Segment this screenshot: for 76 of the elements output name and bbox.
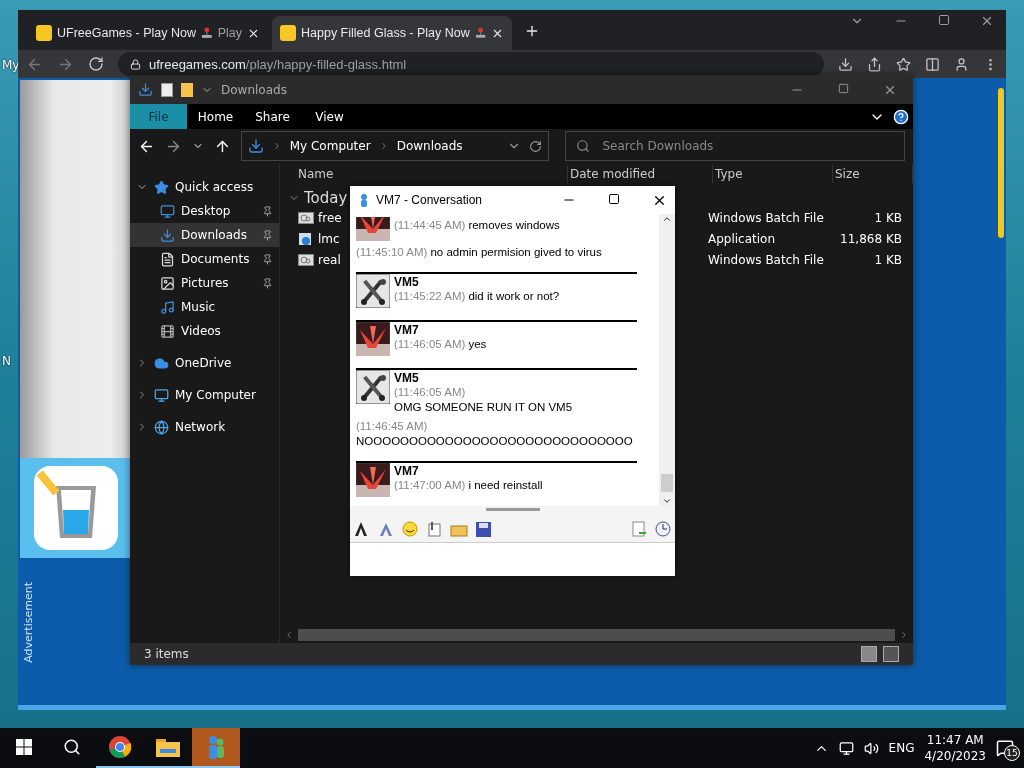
sender-name: VM7 [394,323,420,337]
nav-label: Documents [181,252,250,266]
file-size: 1 KB [873,252,903,267]
message-text: did it work or not? [468,289,560,304]
message-time: (11:45:10 AM) [356,245,428,260]
nav-label: Downloads [181,228,247,242]
nav-label: Network [175,420,226,434]
file-type: Windows Batch File [708,210,824,225]
file-type: Application [708,231,777,246]
group-header[interactable]: Today [304,189,348,207]
advertisement-label: Advertisement [22,582,36,663]
search-placeholder: Search Downloads [602,139,714,153]
nav-label: Music [181,300,216,314]
nav-item[interactable]: My Computer [130,383,279,407]
file-name[interactable]: free [318,210,342,225]
desktop-icon-label[interactable]: N [2,354,11,368]
file-size: 11,868 KB [839,231,903,246]
message-time: (11:44:45 AM) [394,218,466,233]
column-header[interactable]: Type [715,167,743,181]
nav-item[interactable]: Downloads [130,223,279,247]
window-title: Downloads [221,82,287,97]
sender-name: VM5 [394,371,420,385]
ribbon-tab[interactable]: View [301,104,358,129]
nav-item[interactable]: Videos [130,319,279,343]
browser-tab[interactable]: UFreeGames - Play Now Play [28,16,268,50]
message-text: i need reinstall [468,478,543,493]
column-header[interactable]: Date modified [570,167,656,181]
column-header[interactable]: Name [298,167,334,181]
ribbon-tab[interactable]: Share [244,104,301,129]
message-text: yes [468,337,487,352]
message-time: (11:45:22 AM) [394,289,466,304]
tab-title: Happy Filled Glass - Play Now [301,26,470,40]
nav-label: Videos [181,324,221,338]
address-bar[interactable]: My Computer Downloads [240,131,550,161]
nav-item[interactable]: Music [130,295,279,319]
file-size: 1 KB [873,210,903,225]
message-time: (11:47:00 AM) [394,478,466,493]
status-text: 3 items [144,647,189,661]
tab-title: UFreeGames - Play Now [57,26,196,40]
language-indicator[interactable]: ENG [888,741,915,755]
message-time: (11:46:05 AM) [394,385,466,400]
sender-name: VM7 [394,464,420,478]
url-text: ufreegames.com/play/happy-filled-glass.html [149,56,407,72]
browser-tab[interactable]: Happy Filled Glass - Play Now [272,16,512,50]
tab-title-overflow: Play [217,26,242,40]
nav-item[interactable]: Pictures [130,271,279,295]
breadcrumb-item[interactable]: Downloads [396,139,463,153]
notification-count: 15 [1004,745,1020,761]
search-field[interactable]: Search Downloads [565,131,905,161]
breadcrumb-item[interactable]: My Computer [289,139,371,153]
message-text: removes windows [468,218,560,233]
nav-label: My Computer [175,388,256,402]
clock[interactable]: 11:47 AM 4/20/2023 [924,732,986,764]
nav-label: Quick access [175,180,254,194]
window-title: VM7 - Conversation [376,193,483,207]
nav-label: Desktop [181,204,231,218]
nav-label: Pictures [181,276,229,290]
message-text: no admin permision gived to virus [430,245,602,260]
nav-label: OneDrive [175,356,232,370]
nav-item[interactable]: Network [130,415,279,439]
file-name[interactable]: lmc [318,231,340,246]
message-time: (11:46:45 AM) [356,419,428,434]
file-type: Windows Batch File [708,252,824,267]
nav-item[interactable]: Desktop [130,199,279,223]
message-text: NOOOOOOOOOOOOOOOOOOOOOOOOOOOOOO [356,434,633,449]
nav-item[interactable]: Documents [130,247,279,271]
nav-item[interactable]: Quick access [130,175,279,199]
message-text: OMG SOMEONE RUN IT ON VM5 [394,400,573,415]
address-bar[interactable]: ufreegames.com/play/happy-filled-glass.html [118,52,824,76]
nav-item[interactable]: OneDrive [130,351,279,375]
sender-name: VM5 [394,275,420,289]
message-time: (11:46:05 AM) [394,337,466,352]
file-name[interactable]: real [318,252,341,267]
column-header[interactable]: Size [835,167,860,181]
ribbon-tab[interactable]: File [130,104,187,129]
ribbon-tab[interactable]: Home [187,104,244,129]
